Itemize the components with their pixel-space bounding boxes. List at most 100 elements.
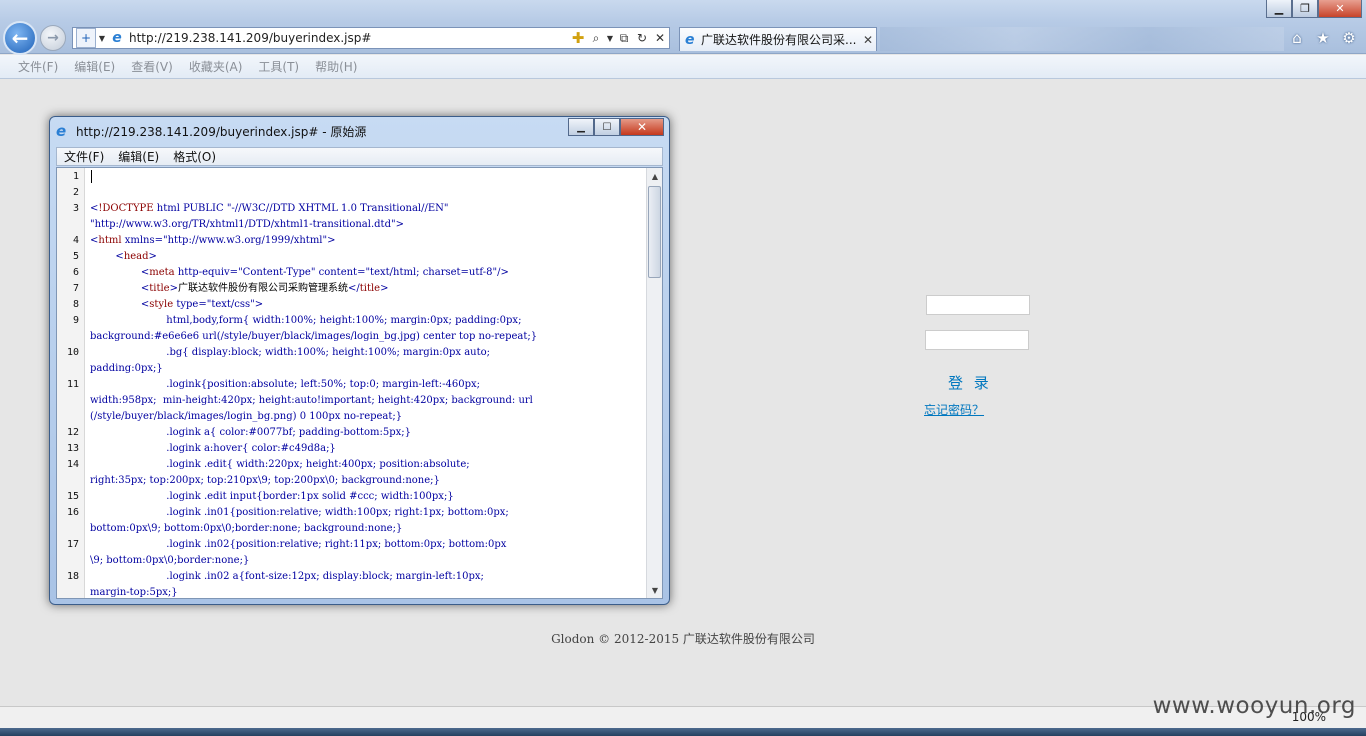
compatibility-icon[interactable]: ✚	[569, 29, 587, 47]
line-number: 1	[72, 171, 79, 182]
close-icon[interactable]: ✕	[620, 118, 664, 136]
line-number: 17	[66, 539, 79, 550]
ie-page-icon: e	[56, 122, 67, 140]
taskbar	[0, 728, 1366, 736]
username-input[interactable]	[926, 295, 1030, 315]
forward-arrow-icon: →	[47, 30, 59, 46]
source-line: html,body,form{ width:100%; height:100%;…	[90, 315, 522, 326]
browser-right-icons: ⌂ ★ ⚙	[1288, 29, 1358, 47]
source-line: <style type="text/css">	[90, 299, 264, 310]
ie-page-icon: e	[685, 31, 695, 48]
source-line: <title>广联达软件股份有限公司采购管理系统</title>	[90, 283, 389, 294]
page-footer: Glodon © 2012-2015 广联达软件股份有限公司	[551, 632, 815, 646]
window-controls: ▁ ❐ ✕	[1266, 0, 1362, 18]
menu-edit[interactable]: 编辑(E)	[74, 58, 115, 75]
watermark-text: www.wooyun.org	[1152, 693, 1356, 719]
view-source-window: e http://219.238.141.209/buyerindex.jsp#…	[49, 116, 670, 605]
source-line: margin-top:5px;}	[90, 587, 178, 598]
line-number: 3	[72, 203, 79, 214]
source-line: .logink .edit{ width:220px; height:400px…	[90, 459, 470, 470]
menu-tools[interactable]: 工具(T)	[258, 58, 299, 75]
source-title-bar[interactable]: e http://219.238.141.209/buyerindex.jsp#…	[50, 117, 669, 145]
minimize-icon[interactable]: ▁	[1266, 0, 1292, 18]
source-menu-file[interactable]: 文件(F)	[64, 148, 104, 165]
back-button[interactable]: ←	[3, 21, 37, 55]
line-number: 11	[66, 379, 79, 390]
browser-toolbar: ▁ ❐ ✕ ← → + ▼ e http://219.238.141.209/b…	[0, 0, 1366, 55]
line-number: 16	[66, 507, 79, 518]
source-code[interactable]: <!DOCTYPE html PUBLIC "-//W3C//DTD XHTML…	[90, 168, 644, 598]
menu-favorites[interactable]: 收藏夹(A)	[189, 58, 243, 75]
source-line: .logink a{ color:#0077bf; padding-bottom…	[90, 427, 411, 438]
menu-help[interactable]: 帮助(H)	[315, 58, 357, 75]
source-line: padding:0px;}	[90, 363, 163, 374]
menu-file[interactable]: 文件(F)	[18, 58, 58, 75]
source-line: .logink .in01{position:relative; width:1…	[90, 507, 509, 518]
line-number: 7	[72, 283, 79, 294]
scroll-down-icon[interactable]: ▼	[647, 582, 662, 598]
refresh-icon[interactable]: ↻	[633, 29, 651, 47]
add-favorite-icon[interactable]: +	[76, 28, 96, 48]
forgot-password-link[interactable]: 忘记密码？	[924, 401, 984, 418]
tab-active[interactable]: e 广联达软件股份有限公司采... ✕	[679, 27, 877, 51]
search-icon[interactable]: ⌕	[587, 29, 605, 47]
vertical-scrollbar[interactable]: ▲ ▼	[646, 168, 662, 598]
menu-bar: 文件(F) 编辑(E) 查看(V) 收藏夹(A) 工具(T) 帮助(H)	[0, 55, 1366, 79]
source-menu-format[interactable]: 格式(O)	[173, 148, 216, 165]
scroll-up-icon[interactable]: ▲	[647, 168, 662, 184]
line-number: 14	[66, 459, 79, 470]
forward-button[interactable]: →	[40, 25, 66, 51]
source-line: <head>	[90, 251, 157, 262]
close-icon[interactable]: ✕	[1318, 0, 1362, 18]
source-line: .logink{position:absolute; left:50%; top…	[90, 379, 481, 390]
source-line: (/style/buyer/black/images/login_bg.png)…	[90, 411, 403, 422]
minimize-icon[interactable]: ▁	[568, 118, 594, 136]
line-number: 12	[66, 427, 79, 438]
stop-icon[interactable]: ✕	[651, 29, 669, 47]
source-line: \9; bottom:0px\0;border:none;}	[90, 555, 250, 566]
source-line: .logink .edit input{border:1px solid #cc…	[90, 491, 454, 502]
source-line: width:958px; min-height:420px; height:au…	[90, 395, 533, 406]
maximize-icon[interactable]: ☐	[594, 118, 620, 136]
chevron-down-icon[interactable]: ▼	[605, 29, 615, 47]
back-arrow-icon: ←	[11, 26, 29, 50]
source-menu-edit[interactable]: 编辑(E)	[118, 148, 159, 165]
scroll-thumb[interactable]	[648, 186, 661, 278]
line-number: 15	[66, 491, 79, 502]
source-line: .logink .in02 a{font-size:12px; display:…	[90, 571, 484, 582]
star-icon[interactable]: ★	[1314, 29, 1332, 47]
tab-title: 广联达软件股份有限公司采...	[701, 33, 857, 47]
source-line: bottom:0px\9; bottom:0px\0;border:none; …	[90, 523, 403, 534]
line-number: 5	[72, 251, 79, 262]
source-window-controls: ▁ ☐ ✕	[568, 118, 664, 136]
source-window-title: http://219.238.141.209/buyerindex.jsp# -…	[76, 124, 367, 139]
line-number: 6	[72, 267, 79, 278]
source-line: .logink a:hover{ color:#c49d8a;}	[90, 443, 336, 454]
gear-icon[interactable]: ⚙	[1340, 29, 1358, 47]
source-line: right:35px; top:200px; top:210px\9; top:…	[90, 475, 440, 486]
chevron-down-icon[interactable]: ▼	[96, 34, 108, 43]
source-line: background:#e6e6e6 url(/style/buyer/blac…	[90, 331, 538, 342]
source-line: "http://www.w3.org/TR/xhtml1/DTD/xhtml1-…	[90, 219, 404, 230]
home-icon[interactable]: ⌂	[1288, 29, 1306, 47]
line-number-gutter: 1 2 3 4 5 6 7 8 9 10 11 12 13 14 15 16 17 18	[57, 168, 85, 598]
source-editor[interactable]: 1 2 3 4 5 6 7 8 9 10 11 12 13 14 15 16 17 18 <!DOCTYPE ht…	[56, 167, 663, 599]
source-line: <!DOCTYPE html PUBLIC "-//W3C//DTD XHTML…	[90, 203, 449, 214]
line-number: 13	[66, 443, 79, 454]
line-number: 18	[66, 571, 79, 582]
source-menu-bar: 文件(F) 编辑(E) 格式(O)	[56, 147, 663, 166]
compat-view-icon[interactable]: ⧉	[615, 29, 633, 47]
line-number: 8	[72, 299, 79, 310]
url-input[interactable]: http://219.238.141.209/buyerindex.jsp#	[126, 31, 569, 45]
source-line: <html xmlns="http://www.w3.org/1999/xhtm…	[90, 235, 336, 246]
password-input[interactable]	[925, 330, 1029, 350]
close-tab-icon[interactable]: ✕	[860, 33, 876, 47]
source-line: <meta http-equiv="Content-Type" content=…	[90, 267, 509, 278]
background-tabs	[880, 27, 1284, 51]
restore-icon[interactable]: ❐	[1292, 0, 1318, 18]
line-number: 4	[72, 235, 79, 246]
line-number: 10	[66, 347, 79, 358]
login-button[interactable]: 登 录	[948, 372, 992, 393]
menu-view[interactable]: 查看(V)	[131, 58, 173, 75]
address-bar[interactable]: + ▼ e http://219.238.141.209/buyerindex.…	[72, 27, 670, 49]
